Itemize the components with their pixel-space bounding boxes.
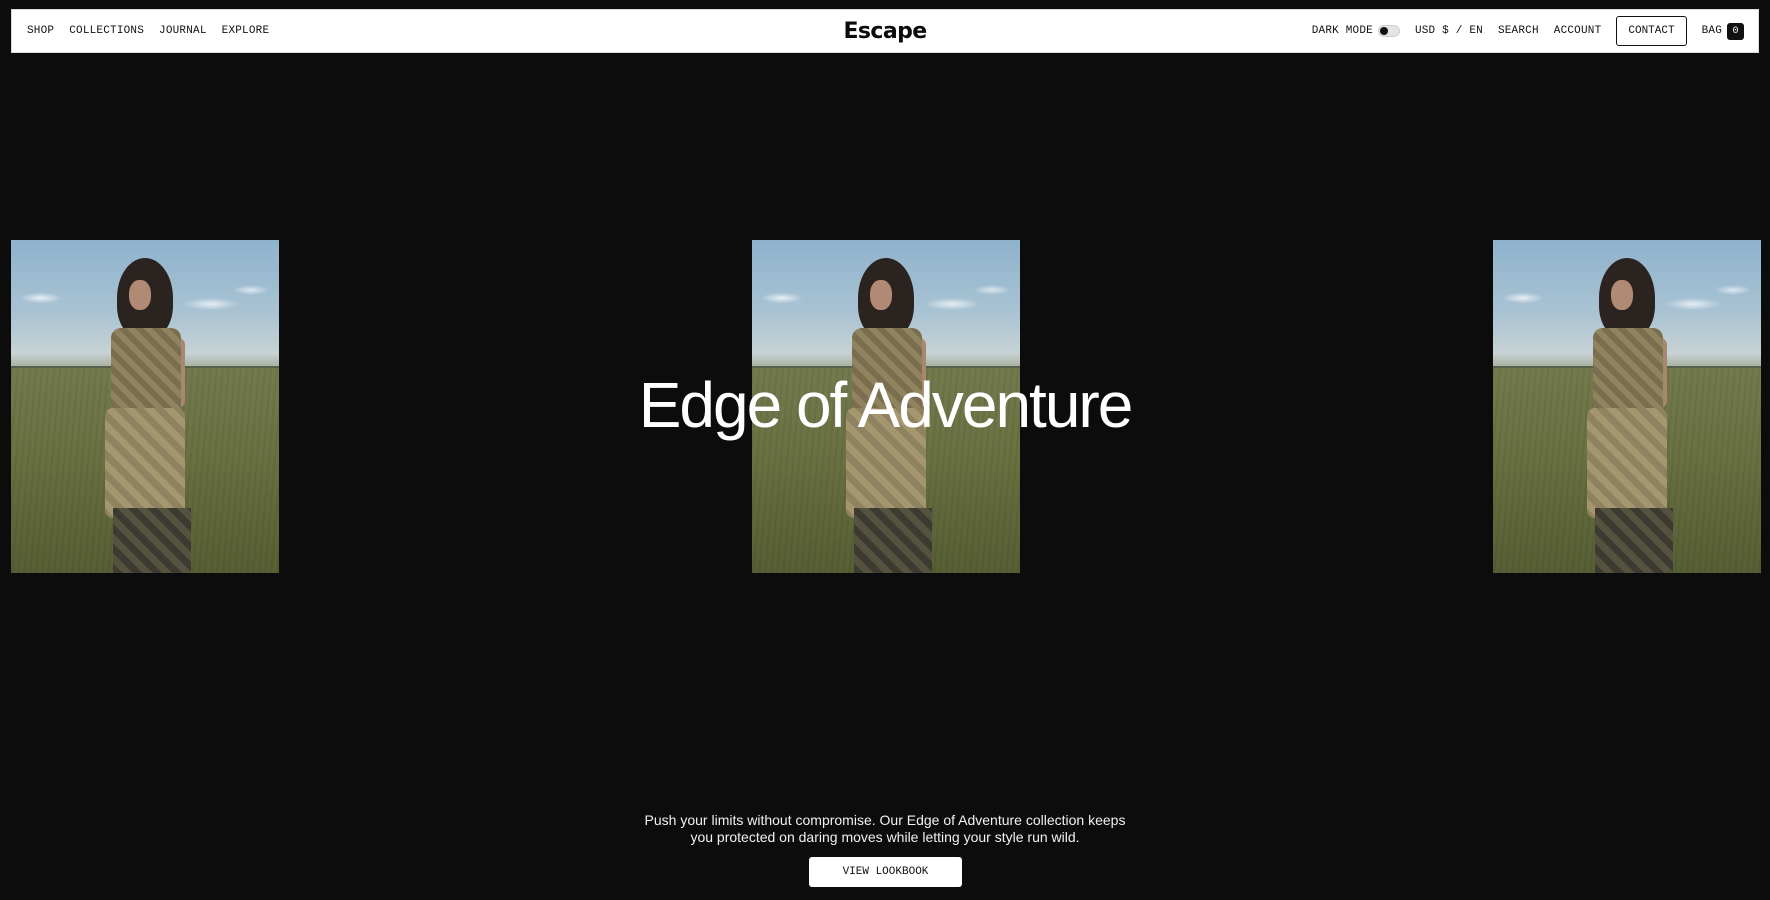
nav-explore[interactable]: EXPLORE — [222, 25, 270, 37]
bag-count-badge: 0 — [1727, 22, 1744, 40]
nav-journal[interactable]: JOURNAL — [159, 25, 207, 37]
search-link[interactable]: SEARCH — [1498, 25, 1539, 37]
nav-collections[interactable]: COLLECTIONS — [69, 25, 144, 37]
model-pants — [113, 508, 191, 573]
utility-nav: DARK MODE USD $ / EN SEARCH ACCOUNT CONT… — [1312, 16, 1744, 46]
site-header: SHOP COLLECTIONS JOURNAL EXPLORE Escape … — [11, 9, 1759, 53]
model-face — [870, 280, 892, 310]
brand-logo[interactable]: Escape — [843, 19, 927, 44]
contact-button[interactable]: CONTACT — [1616, 16, 1687, 46]
dark-mode-toggle[interactable] — [1377, 25, 1400, 37]
primary-nav: SHOP COLLECTIONS JOURNAL EXPLORE — [27, 25, 284, 37]
dark-mode-control: DARK MODE — [1312, 25, 1400, 37]
currency-language-selector[interactable]: USD $ / EN — [1415, 25, 1483, 37]
hero-description: Push your limits without compromise. Our… — [644, 812, 1126, 845]
account-link[interactable]: ACCOUNT — [1554, 25, 1602, 37]
view-lookbook-button[interactable]: VIEW LOOKBOOK — [809, 857, 962, 887]
dark-mode-label: DARK MODE — [1311, 25, 1373, 37]
nav-shop[interactable]: SHOP — [27, 25, 54, 37]
bag-button[interactable]: BAG 0 — [1701, 22, 1744, 40]
model-face — [129, 280, 151, 310]
page: SHOP COLLECTIONS JOURNAL EXPLORE Escape … — [0, 0, 1770, 900]
bag-label: BAG — [1701, 25, 1722, 37]
model-pants — [854, 508, 932, 573]
model-face — [1611, 280, 1633, 310]
toggle-knob — [1379, 27, 1388, 35]
model-pants — [1595, 508, 1673, 573]
hero-title: Edge of Adventure — [638, 369, 1134, 441]
